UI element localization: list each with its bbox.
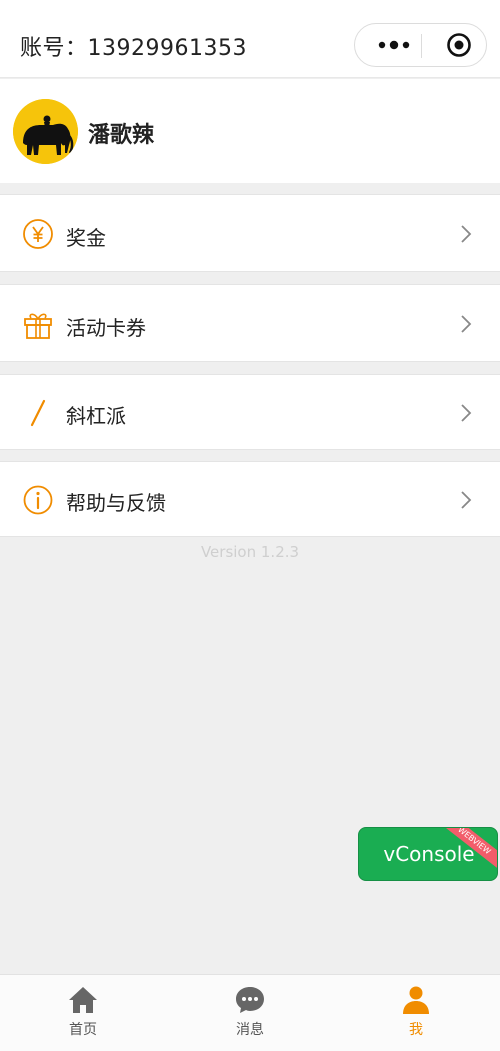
menu-item-label: 奖金 — [66, 226, 106, 250]
tab-label: 消息 — [236, 1022, 264, 1038]
tab-me[interactable]: 我 — [333, 975, 499, 1051]
person-icon — [400, 985, 432, 1015]
tab-label: 首页 — [69, 1022, 97, 1038]
target-circle-icon[interactable] — [437, 24, 481, 66]
menu-item-coupons[interactable]: 活动卡券 — [0, 284, 500, 362]
version-text: Version 1.2.3 — [200, 543, 300, 561]
capsule-divider — [421, 34, 422, 58]
menu-item-slash[interactable]: 斜杠派 — [0, 374, 500, 450]
top-bar: 账号：13929961353 — [0, 0, 500, 78]
chat-bubble-icon — [234, 985, 266, 1015]
miniprogram-capsule — [354, 23, 487, 67]
chevron-right-icon — [456, 312, 476, 336]
chevron-right-icon — [456, 222, 476, 246]
menu-item-label: 斜杠派 — [66, 404, 126, 428]
gift-icon — [22, 308, 54, 340]
tab-home[interactable]: 首页 — [0, 975, 166, 1051]
info-circle-icon — [22, 484, 54, 516]
profile-card[interactable]: 潘歌辣 — [0, 79, 500, 183]
vconsole-button[interactable]: vConsole WEBVIEW — [358, 827, 498, 881]
tab-label: 我 — [409, 1022, 423, 1038]
menu-item-label: 活动卡券 — [66, 316, 146, 340]
account-label: 账号：13929961353 — [20, 36, 247, 61]
elephant-avatar-icon — [13, 99, 78, 164]
menu-item-help-feedback[interactable]: 帮助与反馈 — [0, 461, 500, 537]
menu-item-label: 帮助与反馈 — [66, 491, 166, 515]
tab-bar: 首页 消息 我 — [0, 974, 500, 1051]
tab-messages[interactable]: 消息 — [167, 975, 333, 1051]
home-icon — [67, 985, 99, 1015]
slash-icon — [22, 397, 54, 429]
yen-circle-icon — [22, 218, 54, 250]
username: 潘歌辣 — [88, 123, 155, 148]
chevron-right-icon — [456, 488, 476, 512]
menu-item-bonus[interactable]: 奖金 — [0, 194, 500, 272]
chevron-right-icon — [456, 401, 476, 425]
more-dots-icon[interactable] — [369, 24, 419, 66]
